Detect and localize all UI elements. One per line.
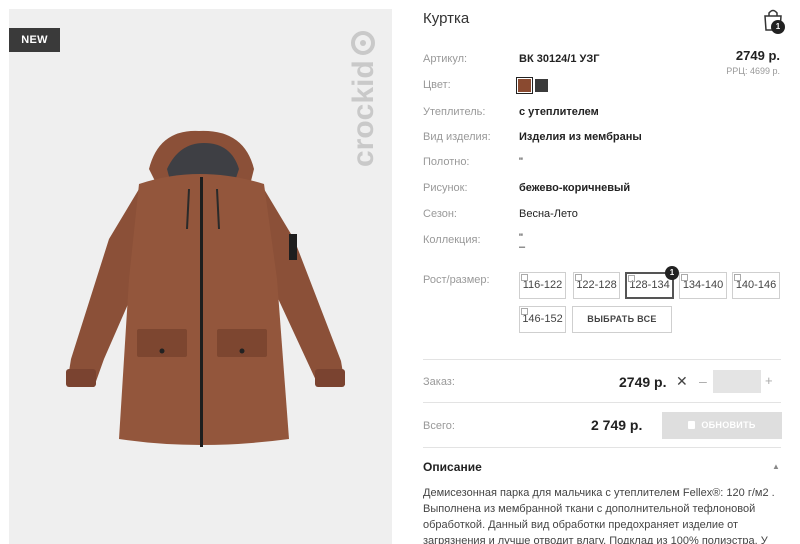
size-text: 134-140: [682, 279, 724, 291]
season-label: Сезон:: [423, 208, 457, 220]
pattern-label: Рисунок:: [423, 182, 468, 194]
size-option-134-140[interactable]: 134-140: [679, 272, 727, 299]
remove-order-icon[interactable]: ✕: [676, 373, 688, 390]
collapse-caret-icon[interactable]: ▲: [772, 462, 780, 471]
article-value: ВК 30124/1 УЗГ: [519, 53, 600, 65]
divider: [423, 447, 781, 448]
divider: [423, 402, 781, 403]
size-checkbox-icon: [521, 308, 528, 315]
size-checkbox-icon: [521, 274, 528, 281]
new-badge: NEW: [9, 28, 60, 52]
total-price: 2 749 р.: [591, 417, 643, 433]
season-value: Весна-Лето: [519, 208, 578, 220]
size-text: 140-146: [735, 279, 777, 291]
size-text: 146-152: [522, 313, 563, 325]
divider: [423, 359, 781, 360]
insulation-value: с утеплителем: [519, 106, 599, 118]
cart-count-badge: 1: [771, 20, 785, 34]
size-text: 116-122: [522, 279, 563, 291]
quantity-input[interactable]: [713, 370, 761, 393]
update-button[interactable]: ОБНОВИТЬ: [662, 412, 782, 439]
order-label: Заказ:: [423, 376, 455, 388]
size-option-122-128[interactable]: 122-128: [573, 272, 620, 299]
product-image[interactable]: NEW crockid: [9, 9, 392, 544]
bag-icon: [688, 421, 696, 429]
fabric-label: Полотно:: [423, 156, 470, 168]
product-type-value: Изделия из мембраны: [519, 131, 642, 143]
size-option-146-152[interactable]: 146-152: [519, 306, 566, 333]
description-text: Демисезонная парка для мальчика с утепли…: [423, 487, 775, 544]
size-count-badge: 1: [665, 266, 679, 280]
product-type-label: Вид изделия:: [423, 131, 491, 143]
quantity-plus-button[interactable]: +: [765, 373, 773, 388]
fabric-value: ": [519, 156, 523, 168]
color-swatch-brown[interactable]: [516, 77, 533, 94]
jacket-illustration: [66, 130, 345, 447]
description-title[interactable]: Описание: [423, 460, 482, 474]
product-price: 2749 р.: [735, 48, 780, 63]
order-price: 2749 р.: [619, 374, 667, 390]
size-text: 128-134: [629, 279, 670, 291]
select-all-sizes-button[interactable]: ВЫБРАТЬ ВСЕ: [572, 306, 672, 333]
total-label: Всего:: [423, 420, 455, 432]
color-label: Цвет:: [423, 79, 451, 91]
size-checkbox-icon: [734, 274, 741, 281]
size-text: 122-128: [576, 279, 617, 291]
collection-value-extra: –: [519, 241, 526, 253]
recommended-price: РРЦ: 4699 р.: [726, 66, 780, 76]
size-checkbox-icon: [575, 274, 582, 281]
quantity-minus-button[interactable]: –: [699, 373, 707, 389]
size-option-140-146[interactable]: 140-146: [732, 272, 780, 299]
article-label: Артикул:: [423, 53, 468, 65]
product-title: Куртка: [423, 10, 470, 27]
update-button-label: ОБНОВИТЬ: [701, 420, 756, 430]
insulation-label: Утеплитель:: [423, 106, 486, 118]
size-label: Рост/размер:: [423, 274, 490, 286]
size-option-116-122[interactable]: 116-122: [519, 272, 566, 299]
collection-label: Коллекция:: [423, 234, 481, 246]
size-checkbox-icon: [681, 274, 688, 281]
color-swatch-dark[interactable]: [535, 79, 548, 92]
pattern-value: бежево-коричневый: [519, 182, 631, 194]
size-checkbox-icon: [628, 275, 635, 282]
